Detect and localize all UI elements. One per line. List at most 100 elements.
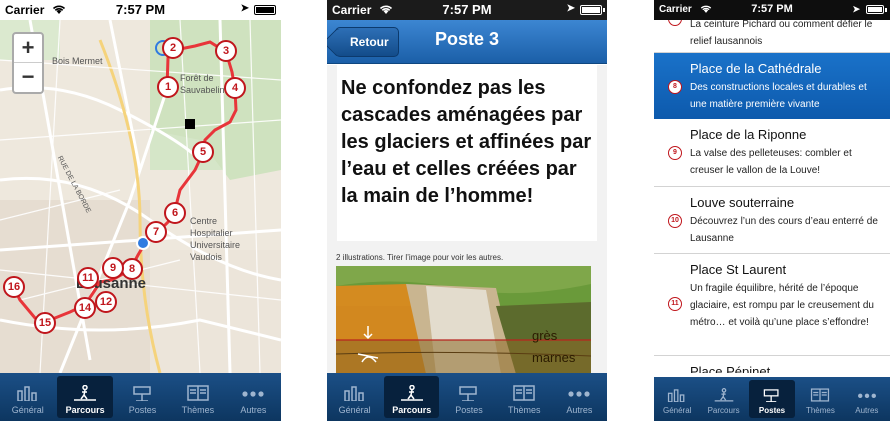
chart-icon [343,386,364,401]
walker-icon [400,385,423,401]
poste-number-badge: 7 [668,20,682,26]
location-icon: ➤ [240,3,249,14]
tab-label: Général [338,405,371,415]
signpost-icon [459,386,477,401]
poste-title: Place de la Cathédrale [690,61,822,76]
tab-parcours[interactable]: Parcours [700,377,746,421]
route-marker-16[interactable]: 16 [3,276,25,298]
poste-title: Place Pépinet [690,364,771,373]
route-marker-11[interactable]: 11 [77,267,99,289]
clock: 7:57 PM [115,2,166,17]
poste-title: Place de la Riponne [690,127,807,142]
list-item[interactable]: Place de la Riponne 9 La valse des pelle… [654,119,890,187]
poste-number-badge: 9 [668,146,682,160]
tab-label: Thèmes [507,405,541,415]
battery-icon [580,5,605,15]
route-marker-14[interactable]: 14 [74,297,96,319]
book-icon [811,388,830,402]
tab-autres[interactable]: Autres [552,373,607,421]
list-item[interactable]: Place Pépinet [654,356,890,373]
route-marker-1[interactable]: 1 [157,76,179,98]
walker-icon [714,388,733,402]
tab-bar: Général Parcours Postes Thèmes Autres [327,373,607,421]
signpost-icon [132,386,151,401]
signpost-icon [763,389,779,402]
status-bar: Carrier 7:57 PM ➤ [654,0,890,20]
route-map[interactable]: + − Bois Mermet Forêt de Sauvabelin RUE … [0,20,281,373]
poste-title: Louve souterraine [690,195,795,210]
tab-general[interactable]: Général [327,373,382,421]
tab-label: Général [11,405,44,415]
route-marker-3[interactable]: 3 [215,40,237,62]
tab-label: Postes [128,405,157,415]
chart-icon [668,389,685,402]
battery-icon [866,5,887,14]
list-item[interactable]: 7 La ceinture Pichard ou comment défier … [654,20,890,53]
tab-label: Général [662,406,692,415]
status-bar: Carrier 7:57 PM ➤ [0,0,281,20]
route-marker-6[interactable]: 6 [164,202,186,224]
tab-general[interactable]: Général [0,373,55,421]
list-item[interactable]: Louve souterraine 10 Découvrez l’un des … [654,187,890,254]
route-marker-9[interactable]: 9 [102,257,124,279]
tab-parcours[interactable]: Parcours [384,376,440,418]
poste-content[interactable]: Ne confondez pas les cascades aménagées … [327,65,607,373]
map-label-chuv: Centre Hospitalier Universitaire Vaudois [190,216,241,262]
poste-subtitle: Un fragile équilibre, hérité de l’époque… [690,283,874,328]
tab-label: Autres [855,406,879,415]
route-marker-15[interactable]: 15 [34,312,56,334]
tab-autres[interactable]: Autres [844,377,890,421]
tab-postes[interactable]: Postes [748,380,796,418]
label-marnes: marnes [532,350,576,365]
page-title: Poste 3 [434,29,500,49]
status-bar: Carrier 7:57 PM ➤ [327,0,607,20]
location-icon: ➤ [566,3,575,14]
list-item[interactable]: Place St Laurent 11 Un fragile équilibre… [654,254,890,356]
zoom-control: + − [12,32,44,94]
clock: 7:57 PM [442,2,492,17]
tab-bar: Général Parcours Postes Thèmes Autres [654,377,890,421]
tab-label: Thèmes [181,405,215,415]
route-marker-5[interactable]: 5 [192,141,214,163]
illustration-gallery[interactable]: grès marnes [336,266,591,373]
poste-subtitle: Des constructions locales et durables et… [690,82,867,110]
map-screen: Carrier 7:57 PM ➤ + − Bois Mermet Forêt … [0,0,281,421]
battery-icon [254,5,279,15]
photo-caption: 2 illustrations. Tirer l’image pour voir… [336,253,504,262]
route-marker-2[interactable]: 2 [162,37,184,59]
tab-postes[interactable]: Postes [441,373,496,421]
more-icon [242,391,264,397]
tab-label: Postes [455,405,483,415]
tab-label: Parcours [65,405,105,415]
route-marker-8[interactable]: 8 [121,258,143,280]
nav-bar: Retour Poste 3 [327,20,607,64]
poste-number-badge: 8 [668,80,682,94]
label-gres: grès [532,328,558,343]
tab-themes[interactable]: Thèmes [497,373,552,421]
tab-themes[interactable]: Thèmes [797,377,843,421]
map-label-bois-mermet: Bois Mermet [52,56,103,66]
route-marker-12[interactable]: 12 [95,291,117,313]
poste-subtitle: La valse des pelleteuses: combler et cre… [690,148,852,176]
tab-label: Postes [758,406,786,415]
tab-label: Autres [566,405,593,415]
tab-label: Parcours [392,405,432,415]
list-item[interactable]: Place de la Cathédrale 8 Des constructio… [654,53,890,119]
poste-screen: Carrier 7:57 PM ➤ Retour Poste 3 Ne conf… [327,0,607,421]
book-icon [187,385,209,401]
location-icon: ➤ [852,4,860,14]
tab-themes[interactable]: Thèmes [170,373,225,421]
tab-autres[interactable]: Autres [226,373,281,421]
poste-number-badge: 10 [668,214,682,228]
route-marker-4[interactable]: 4 [224,77,246,99]
tab-general[interactable]: Général [654,377,700,421]
postes-list[interactable]: 7 La ceinture Pichard ou comment défier … [654,20,890,373]
zoom-in-button[interactable]: + [14,34,42,63]
tab-bar: Général Parcours Postes Thèmes Autres [0,373,281,421]
poste-subtitle: Découvrez l’un des cours d’eau enterré d… [690,216,878,244]
zoom-out-button[interactable]: − [14,63,42,92]
route-marker-7[interactable]: 7 [145,221,167,243]
more-icon [568,391,591,397]
tab-postes[interactable]: Postes [115,373,170,421]
tab-parcours[interactable]: Parcours [57,376,113,418]
